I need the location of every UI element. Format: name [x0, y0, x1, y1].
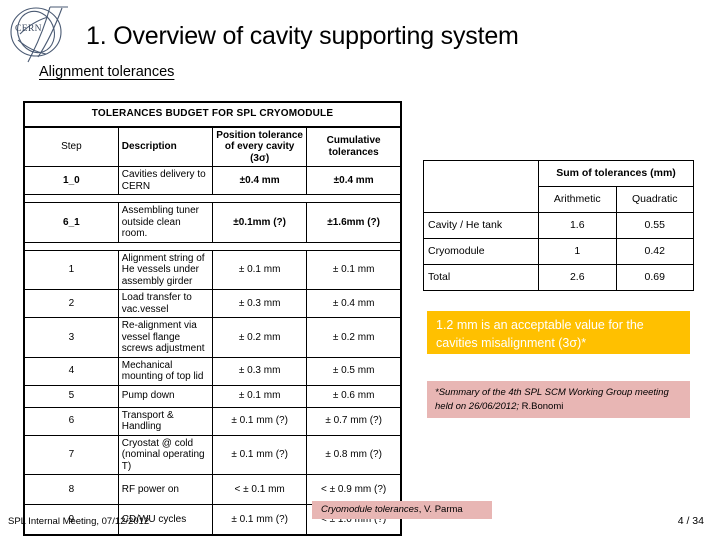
footnote-author: R.Bonomi	[519, 401, 564, 413]
banner-title: Cryomodule tolerances	[321, 504, 419, 515]
table-row: 7 Cryostat @ cold (nominal operating T) …	[23, 434, 402, 475]
table-spacer-row	[23, 194, 402, 203]
summary-row-label: Cavity / He tank	[423, 212, 539, 239]
table-row: 4 Mechanical mounting of top lid ± 0.3 m…	[23, 356, 402, 386]
cell-cumulative: ±1.6mm (?)	[306, 202, 402, 243]
cell-cumulative: ± 0.7 mm (?)	[306, 406, 402, 436]
cell-step: 3	[23, 317, 119, 358]
table-row: Total 2.6 0.69	[423, 264, 694, 291]
summary-group-header: Sum of tolerances (mm)	[538, 160, 694, 187]
callout-line-1: 1.2 mm is an acceptable value for the	[436, 318, 644, 332]
cell-step: 1	[23, 249, 119, 290]
cell-cumulative: ± 0.2 mm	[306, 317, 402, 358]
table-row: Cavity / He tank 1.6 0.55	[423, 212, 694, 239]
summary-footnote: *Summary of the 4th SPL SCM Working Grou…	[427, 381, 690, 418]
table-row: 8 RF power on < ± 0.1 mm < ± 0.9 mm (?)	[23, 474, 402, 505]
summary-quadratic-value: 0.55	[615, 212, 694, 239]
cell-step: 6	[23, 406, 119, 436]
cell-cumulative: ± 0.8 mm (?)	[306, 434, 402, 475]
table-title-row: TOLERANCES BUDGET FOR SPL CRYOMODULE	[23, 101, 402, 128]
cern-logo: CERN	[6, 4, 72, 66]
cell-step: 2	[23, 289, 119, 318]
spacer-cell	[23, 194, 402, 203]
cell-step: 7	[23, 434, 119, 475]
table-spacer-row	[23, 241, 402, 251]
table-row: 1_0 Cavities delivery to CERN ±0.4 mm ±0…	[23, 166, 402, 195]
cell-cumulative: ± 0.1 mm	[306, 249, 402, 290]
cell-position: ± 0.2 mm	[211, 317, 308, 358]
cell-position: ± 0.3 mm	[211, 356, 308, 386]
spacer-cell	[23, 241, 402, 251]
cell-cumulative: < ± 0.9 mm (?)	[306, 474, 402, 505]
cell-cumulative: ±0.4 mm	[306, 166, 402, 195]
summary-row-label: Total	[423, 264, 539, 291]
cell-description: Pump down	[117, 384, 214, 408]
cell-cumulative: ± 0.6 mm	[306, 384, 402, 408]
summary-col-quadratic: Quadratic	[615, 186, 694, 213]
cell-description: Cavities delivery to CERN	[117, 166, 214, 195]
table-row: Cryomodule 1 0.42	[423, 238, 694, 265]
table-row: 6 Transport & Handling ± 0.1 mm (?) ± 0.…	[23, 406, 402, 436]
summary-arithmetic-value: 2.6	[538, 264, 617, 291]
cell-description: RF power on	[117, 474, 214, 505]
summary-col-arithmetic: Arithmetic	[538, 186, 617, 213]
summary-quadratic-value: 0.69	[615, 264, 694, 291]
table-row: 2 Load transfer to vac.vessel ± 0.3 mm ±…	[23, 289, 402, 318]
cell-position: < ± 0.1 mm	[211, 474, 308, 505]
cell-description: Cryostat @ cold (nominal operating T)	[117, 434, 214, 475]
cell-description: Assembling tuner outside clean room.	[117, 202, 214, 243]
cell-description: Mechanical mounting of top lid	[117, 356, 214, 386]
cell-step: 1_0	[23, 166, 119, 195]
cell-position: ± 0.1 mm (?)	[211, 434, 308, 475]
table-title: TOLERANCES BUDGET FOR SPL CRYOMODULE	[23, 101, 402, 128]
cell-position: ±0.4 mm	[211, 166, 308, 195]
cell-step: 4	[23, 356, 119, 386]
cell-cumulative: ± 0.4 mm	[306, 289, 402, 318]
summary-row-label: Cryomodule	[423, 238, 539, 265]
cell-position: ± 0.3 mm	[211, 289, 308, 318]
column-header-position-tolerance: Position tolerance of every cavity (3σ)	[211, 126, 308, 167]
cell-step: 5	[23, 384, 119, 408]
summary-quadratic-value: 0.42	[615, 238, 694, 265]
summary-corner-cell	[423, 160, 539, 213]
summary-group-header-row: Sum of tolerances (mm)	[423, 160, 694, 213]
cell-position: ± 0.1 mm	[211, 384, 308, 408]
cell-position: ± 0.1 mm (?)	[211, 406, 308, 436]
cell-cumulative: ± 0.5 mm	[306, 356, 402, 386]
table-row: 1 Alignment string of He vessels under a…	[23, 249, 402, 290]
cern-logo-text: CERN	[15, 24, 42, 34]
presentation-banner: Cryomodule tolerances, V. Parma	[312, 501, 492, 519]
footer-meeting-info: SPL Internal Meeting, 07/12/2012	[8, 516, 150, 527]
column-header-cumulative: Cumulative tolerances	[306, 126, 402, 167]
column-header-step: Step	[23, 126, 119, 167]
cell-description: Transport & Handling	[117, 406, 214, 436]
cell-position: ±0.1mm (?)	[211, 202, 308, 243]
cell-step: 6_1	[23, 202, 119, 243]
page-title: 1. Overview of cavity supporting system	[86, 22, 519, 50]
cell-step: 8	[23, 474, 119, 505]
callout-line-2: cavities misalignment (3σ)*	[436, 336, 587, 351]
summary-arithmetic-value: 1.6	[538, 212, 617, 239]
sum-of-tolerances-table: Sum of tolerances (mm) Arithmetic Quadra…	[423, 160, 694, 291]
section-subtitle: Alignment tolerances	[39, 64, 175, 80]
cell-position: ± 0.1 mm (?)	[211, 504, 308, 536]
table-header-row: Step Description Position tolerance of e…	[23, 126, 402, 167]
cell-position: ± 0.1 mm	[211, 249, 308, 290]
column-header-description: Description	[117, 126, 214, 167]
table-row: 3 Re-alignment via vessel flange screws …	[23, 317, 402, 358]
cell-description: Alignment string of He vessels under ass…	[117, 249, 214, 290]
summary-arithmetic-value: 1	[538, 238, 617, 265]
cell-description: Re-alignment via vessel flange screws ad…	[117, 317, 214, 358]
acceptable-value-callout: 1.2 mm is an acceptable value for the ca…	[427, 311, 690, 354]
banner-author: , V. Parma	[418, 504, 463, 515]
slide-number: 4 / 34	[677, 515, 704, 527]
tolerances-budget-table: TOLERANCES BUDGET FOR SPL CRYOMODULE Ste…	[23, 101, 402, 536]
cell-description: Load transfer to vac.vessel	[117, 289, 214, 318]
table-row: 6_1 Assembling tuner outside clean room.…	[23, 202, 402, 243]
table-row: 5 Pump down ± 0.1 mm ± 0.6 mm	[23, 384, 402, 408]
